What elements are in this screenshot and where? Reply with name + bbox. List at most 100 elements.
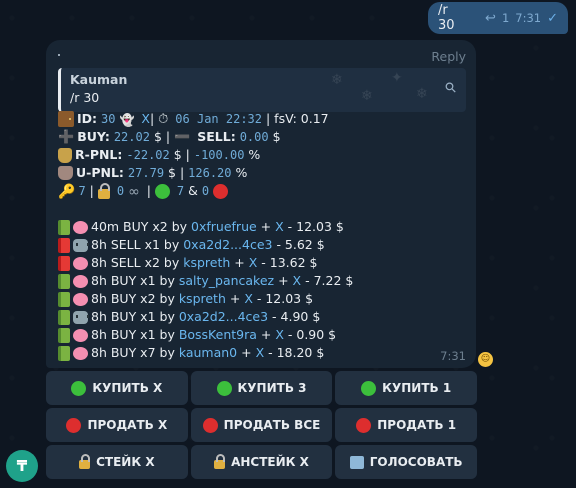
trade-user-link[interactable]: BossKent9ra — [179, 326, 257, 344]
lock-icon — [214, 454, 226, 469]
red-circle-icon — [202, 417, 218, 433]
rpnl-pct: -100.00 — [193, 148, 245, 162]
trade-user-link[interactable]: kauman0 — [179, 344, 237, 362]
trade-user-link[interactable]: 0xa2d2...4ce3 — [179, 308, 268, 326]
outgoing-message-meta: ↩ 1 7:31 ✓ — [485, 11, 558, 26]
vote-button[interactable]: ГОЛОСОВАТЬ — [335, 445, 478, 479]
robot-icon — [73, 238, 89, 252]
trade-desc: 8h SELL x2 by — [91, 255, 184, 270]
sell-all-button[interactable]: ПРОДАТЬ ВСЕ — [190, 408, 333, 442]
reply-icon[interactable]: ↩ — [485, 11, 496, 26]
trade-desc: 8h BUY x1 by — [91, 309, 179, 324]
upnl-value: 27.79 — [127, 166, 165, 180]
upnl-unit: $ | — [168, 165, 185, 180]
robot-icon — [73, 310, 89, 324]
id-separator: | — [149, 111, 155, 126]
buy-3-button[interactable]: КУПИТЬ 3 — [190, 371, 333, 405]
trade-desc: 8h BUY x1 by — [91, 273, 179, 288]
green-circle-icon — [361, 380, 377, 396]
id-x-link[interactable]: X — [141, 110, 150, 128]
brain-icon — [73, 346, 88, 360]
trade-desc: 8h SELL x1 by — [91, 237, 184, 252]
trade-amount: - 4.90 $ — [268, 309, 321, 324]
snowflake-icon: ❄ — [416, 86, 428, 102]
trade-user-link[interactable]: salty_pancakez — [179, 272, 274, 290]
trade-amount: - 18.20 $ — [264, 345, 325, 360]
trade-line: 8h BUY x1 by 0xa2d2...4ce3 - 4.90 $ — [58, 308, 468, 326]
incoming-message[interactable]: Reply Kauman /r 30 ❄ ❄ ✦ ❄ ⚲ ID: 30 👻 X |… — [46, 40, 476, 368]
green-book-icon — [58, 309, 70, 325]
trade-x-link[interactable]: X — [249, 254, 258, 272]
rpnl-value: -22.02 — [126, 148, 170, 162]
check-icon: ✓ — [547, 10, 558, 26]
trade-line: 8h BUY x1 by salty_pancakez + X - 7.22 $ — [58, 272, 468, 290]
outgoing-message[interactable]: /r 30 ↩ 1 7:31 ✓ — [428, 2, 568, 34]
keyboard-row: КУПИТЬ X КУПИТЬ 3 КУПИТЬ 1 — [46, 371, 478, 405]
reaction-emoji-icon[interactable]: ☺ — [478, 352, 493, 367]
trade-user-link[interactable]: 0xfruefrue — [191, 218, 257, 236]
sell-unit: $ — [272, 129, 281, 144]
snowflake-icon: ❄ — [361, 88, 373, 104]
date-value: 06 Jan 22:32 — [175, 112, 262, 126]
plus-icon: ➕ — [58, 130, 75, 145]
id-value: 30 — [101, 112, 116, 126]
brain-icon — [73, 274, 88, 288]
reply-count: 1 — [501, 11, 510, 25]
buy-x-label: КУПИТЬ X — [92, 381, 163, 395]
lock-icon — [97, 182, 110, 199]
trade-desc: 8h BUY x2 by — [91, 291, 179, 306]
red-circle-icon — [66, 417, 82, 433]
keyboard-row: СТЕЙК X АНСТЕЙК X ГОЛОСОВАТЬ — [46, 445, 478, 479]
green-circle-icon — [216, 380, 232, 396]
rpnl-pct-unit: % — [248, 147, 261, 162]
money-bag-icon — [58, 147, 72, 163]
rpnl-line: R-PNL: -22.02 $ | -100.00 % — [58, 146, 468, 164]
id-line: ID: 30 👻 X | ⏱ 06 Jan 22:32 | fsV: 0.17 — [58, 110, 468, 128]
stake-x-button[interactable]: СТЕЙК X — [46, 445, 188, 479]
trade-plus: + — [274, 273, 293, 288]
bot-avatar[interactable]: ₸ — [6, 450, 38, 482]
trade-amount: - 7.22 $ — [301, 273, 354, 288]
sell-x-button[interactable]: ПРОДАТЬ X — [46, 408, 188, 442]
trade-amount: - 13.62 $ — [257, 255, 318, 270]
buy-x-button[interactable]: КУПИТЬ X — [46, 371, 188, 405]
brain-icon — [73, 292, 88, 306]
trade-x-link[interactable]: X — [275, 326, 284, 344]
keyboard-row: ПРОДАТЬ X ПРОДАТЬ ВСЕ ПРОДАТЬ 1 — [46, 408, 478, 442]
trade-user-link[interactable]: kspreth — [183, 254, 230, 272]
green-count: 7 — [176, 184, 185, 198]
counts-separator-2: | — [146, 183, 151, 198]
trade-x-link[interactable]: X — [293, 272, 302, 290]
trade-x-link[interactable]: X — [275, 218, 284, 236]
trade-amount: - 5.62 $ — [272, 237, 325, 252]
green-book-icon — [58, 273, 70, 289]
buy-1-button[interactable]: КУПИТЬ 1 — [335, 371, 478, 405]
unstake-x-button[interactable]: АНСТЕЙК X — [190, 445, 333, 479]
upnl-label: U-PNL: — [76, 165, 124, 180]
quoted-text: /r 30 — [70, 90, 100, 105]
trade-x-link[interactable]: X — [256, 344, 265, 362]
trade-line: 8h BUY x1 by BossKent9ra + X - 0.90 $ — [58, 326, 468, 344]
trade-amount: - 12.03 $ — [252, 291, 314, 306]
trade-line: 40m BUY x2 by 0xfruefrue + X - 12.03 $ — [58, 218, 468, 236]
sell-all-label: ПРОДАТЬ ВСЕ — [223, 418, 321, 432]
reply-button[interactable]: Reply — [431, 49, 466, 64]
trade-user-link[interactable]: 0xa2d2...4ce3 — [183, 236, 272, 254]
brain-icon — [73, 256, 88, 270]
trade-x-link[interactable]: X — [244, 290, 253, 308]
unstake-x-label: АНСТЕЙК X — [231, 455, 309, 469]
handbag-icon — [58, 166, 73, 180]
sell-1-button[interactable]: ПРОДАТЬ 1 — [335, 408, 478, 442]
green-book-icon — [58, 327, 70, 343]
quoted-message[interactable]: Kauman /r 30 ❄ ❄ ✦ ❄ ⚲ — [58, 68, 466, 112]
buy-sell-line: ➕ BUY: 22.02 $ | ➖ SELL: 0.00 $ — [58, 128, 468, 146]
trade-amount: - 0.90 $ — [283, 327, 337, 342]
trade-plus: + — [237, 345, 256, 360]
trade-plus: + — [225, 291, 245, 306]
rpnl-unit: $ | — [173, 147, 190, 162]
message-body: ID: 30 👻 X | ⏱ 06 Jan 22:32 | fsV: 0.17 ➕… — [58, 110, 468, 362]
trade-user-link[interactable]: kspreth — [179, 290, 226, 308]
red-book-icon — [58, 237, 70, 253]
red-count: 0 — [201, 184, 210, 198]
outgoing-time: 7:31 — [515, 11, 542, 25]
